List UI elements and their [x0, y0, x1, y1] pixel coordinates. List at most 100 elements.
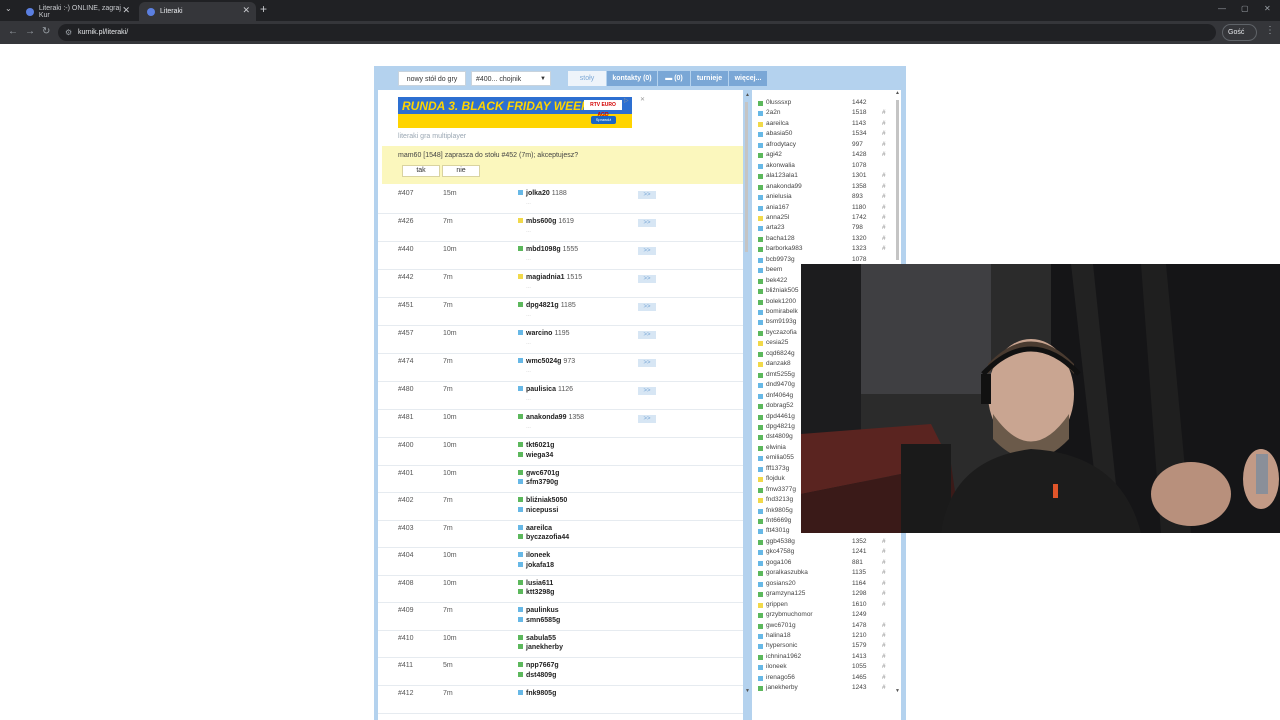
user-list-item[interactable]: akonwalia 1078: [756, 162, 896, 172]
user-list-item[interactable]: ggb4538g 1352 #: [756, 538, 896, 548]
player-name[interactable]: mbs600g 1619: [518, 218, 574, 225]
user-list-item[interactable]: gkc4758g 1241 #: [756, 548, 896, 558]
table-row[interactable]: #410 10m sabula55 janekherby: [378, 631, 743, 658]
player-name[interactable]: sfm3790g: [518, 479, 560, 486]
table-row[interactable]: #411 5m npp7667g dst4809g: [378, 658, 743, 686]
join-table-button[interactable]: >>: [638, 191, 656, 199]
table-row[interactable]: #412 7m fnk9805g: [378, 686, 743, 714]
close-tab-icon[interactable]: ✕: [242, 5, 250, 16]
player-name[interactable]: jokafa18: [518, 561, 556, 569]
table-row[interactable]: #426 7m mbs600g 1619 >>…: [378, 214, 743, 242]
new-table-button[interactable]: nowy stół do gry: [398, 71, 466, 86]
scroll-up-icon[interactable]: ▲: [895, 90, 900, 96]
close-tab-icon[interactable]: ✕: [122, 5, 130, 16]
user-list-item[interactable]: aareilca 1143 #: [756, 120, 896, 130]
user-list-item[interactable]: 0lusssxp 1442: [756, 99, 896, 109]
player-name[interactable]: mbd1098g 1555: [518, 246, 578, 253]
room-select[interactable]: #400... chojnik ▼: [471, 71, 551, 86]
scroll-down-icon[interactable]: ▼: [895, 688, 900, 694]
scroll-up-icon[interactable]: ▲: [745, 92, 750, 98]
player-name[interactable]: smn6585g: [518, 616, 562, 624]
table-row[interactable]: #440 10m mbd1098g 1555 >>…: [378, 242, 743, 270]
player-name[interactable]: fnk9805g: [518, 689, 558, 697]
join-table-button[interactable]: >>: [638, 219, 656, 227]
join-table-button[interactable]: >>: [638, 303, 656, 311]
ad-info-icon[interactable]: ▷: [624, 97, 629, 104]
player-name[interactable]: lusia611: [518, 579, 555, 587]
table-row[interactable]: #474 7m wmc5024g 973 >>…: [378, 354, 743, 382]
user-list-item[interactable]: gosians20 1164 #: [756, 580, 896, 590]
reload-icon[interactable]: ↻: [42, 26, 50, 37]
tab-tournaments[interactable]: turnieje: [691, 71, 728, 86]
user-list-item[interactable]: 2a2n 1518 #: [756, 109, 896, 119]
table-row[interactable]: #442 7m magiadnia1 1515 >>…: [378, 270, 743, 298]
player-name[interactable]: tkt6021g: [518, 442, 556, 449]
user-list-item[interactable]: janekherby 1243 #: [756, 684, 896, 694]
new-tab-icon[interactable]: +: [260, 2, 267, 16]
user-list-item[interactable]: abasia50 1534 #: [756, 130, 896, 140]
user-list-item[interactable]: ania167 1180 #: [756, 204, 896, 214]
accept-button[interactable]: tak: [402, 165, 440, 177]
player-name[interactable]: dst4809g: [518, 671, 558, 679]
player-name[interactable]: paulisica 1126: [518, 386, 573, 393]
user-list-item[interactable]: grippen 1610 #: [756, 601, 896, 611]
user-list-item[interactable]: goralkaszubka 1135 #: [756, 569, 896, 579]
user-list-item[interactable]: halina18 1210 #: [756, 632, 896, 642]
forward-icon[interactable]: →: [25, 26, 35, 37]
table-row[interactable]: #481 10m anakonda99 1358 >>…: [378, 410, 743, 438]
user-list-item[interactable]: goga106 881 #: [756, 559, 896, 569]
user-list-item[interactable]: gramzyna125 1298 #: [756, 590, 896, 600]
player-name[interactable]: ktt3298g: [518, 589, 556, 596]
tables-scrollbar[interactable]: ▲ ▼: [744, 90, 750, 720]
user-list-item[interactable]: agi42 1428 #: [756, 151, 896, 161]
join-table-button[interactable]: >>: [638, 331, 656, 339]
tab-contacts[interactable]: kontakty (0): [607, 71, 657, 86]
ad-banner[interactable]: RUNDA 3. BLACK FRIDAY WEEKS RTV EURO AGD…: [398, 97, 632, 128]
player-name[interactable]: wmc5024g 973: [518, 358, 575, 365]
maximize-icon[interactable]: ▢: [1241, 4, 1249, 13]
user-list-item[interactable]: gwc6701g 1478 #: [756, 622, 896, 632]
user-list-item[interactable]: hypersonic 1579 #: [756, 642, 896, 652]
join-table-button[interactable]: >>: [638, 387, 656, 395]
player-name[interactable]: bliźniak5050: [518, 497, 569, 504]
scroll-down-icon[interactable]: ▼: [745, 688, 750, 694]
scrollbar-thumb[interactable]: [745, 102, 748, 252]
user-list-item[interactable]: ala123ala1 1301 #: [756, 172, 896, 182]
table-row[interactable]: #480 7m paulisica 1126 >>…: [378, 382, 743, 410]
player-name[interactable]: nicepussi: [518, 506, 560, 514]
table-row[interactable]: #403 7m aareilca byczazofia44: [378, 521, 743, 548]
back-icon[interactable]: ←: [8, 26, 18, 37]
tab-messages[interactable]: ▬ (0): [658, 71, 690, 86]
player-name[interactable]: anakonda99 1358: [518, 414, 584, 421]
tab-literaki-online[interactable]: Literaki :-) ONLINE, zagraj - Kur ✕: [18, 2, 136, 21]
join-table-button[interactable]: >>: [638, 247, 656, 255]
player-name[interactable]: gwc6701g: [518, 469, 561, 477]
tab-literaki[interactable]: Literaki ✕: [139, 2, 256, 21]
join-table-button[interactable]: >>: [638, 275, 656, 283]
browser-menu-icon[interactable]: ⋮: [1265, 25, 1275, 36]
join-table-button[interactable]: >>: [638, 415, 656, 423]
tab-more[interactable]: więcej...: [729, 71, 767, 86]
tab-tables[interactable]: stoły: [568, 71, 606, 86]
scrollbar-thumb[interactable]: [896, 100, 899, 260]
site-info-icon[interactable]: ⚙: [65, 24, 72, 41]
table-row[interactable]: #457 10m warcino 1195 >>…: [378, 326, 743, 354]
player-name[interactable]: iloneek: [518, 552, 552, 559]
player-name[interactable]: warcino 1195: [518, 330, 570, 337]
table-row[interactable]: #402 7m bliźniak5050 nicepussi: [378, 493, 743, 521]
user-list-item[interactable]: anna25l 1742 #: [756, 214, 896, 224]
decline-button[interactable]: nie: [442, 165, 480, 177]
player-name[interactable]: byczazofia44: [518, 534, 571, 541]
ad-close-icon[interactable]: ✕: [640, 96, 645, 103]
player-name[interactable]: magiadnia1 1515: [518, 274, 582, 281]
ad-cta-button[interactable]: Sprawdź: [591, 116, 616, 124]
table-row[interactable]: #400 10m tkt6021g wiega34: [378, 438, 743, 466]
user-list-item[interactable]: arta23 798 #: [756, 224, 896, 234]
user-list-item[interactable]: ichnina1962 1413 #: [756, 653, 896, 663]
user-list-item[interactable]: afrodytacy 997 #: [756, 141, 896, 151]
tab-search-icon[interactable]: ⌄: [5, 4, 12, 13]
table-row[interactable]: #409 7m paulinkus smn6585g: [378, 603, 743, 631]
user-list-item[interactable]: anielusia 893 #: [756, 193, 896, 203]
user-list-item[interactable]: bacha128 1320 #: [756, 235, 896, 245]
player-name[interactable]: wiega34: [518, 451, 555, 459]
